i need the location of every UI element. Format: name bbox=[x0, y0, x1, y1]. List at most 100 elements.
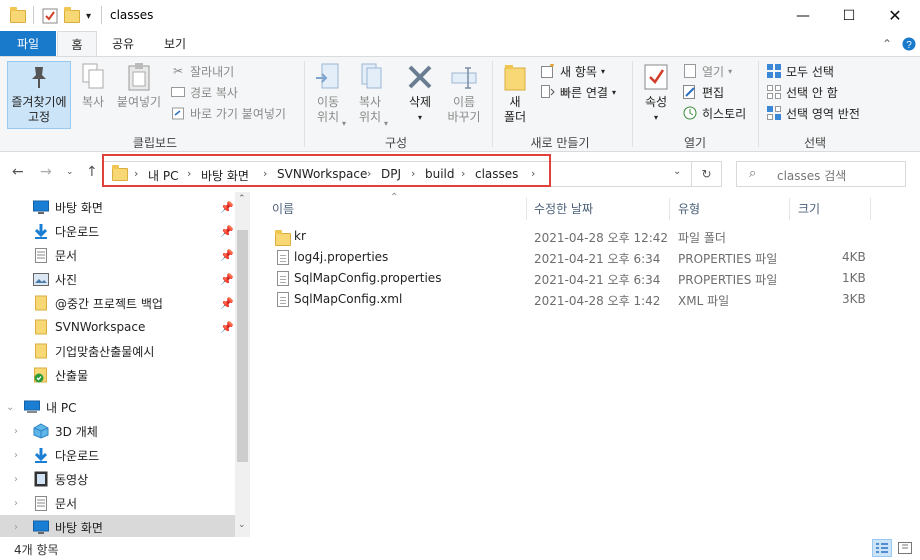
recent-locations-chevron-icon[interactable]: ⌄ bbox=[66, 167, 74, 177]
pictures-icon bbox=[33, 271, 49, 287]
tab-share[interactable]: 공유 bbox=[103, 31, 143, 56]
file-row[interactable]: SqlMapConfig.properties 2021-04-21 오후 6:… bbox=[272, 268, 872, 289]
select-all-button[interactable]: 모두 선택 bbox=[766, 61, 834, 81]
collapsed-chevron-icon[interactable]: › bbox=[14, 426, 18, 437]
rename-label-2: 바꾸기 bbox=[447, 110, 481, 124]
rename-button[interactable]: 이름 바꾸기 bbox=[442, 61, 486, 129]
easy-access-button[interactable]: 빠른 연결 ▾ bbox=[540, 82, 616, 102]
scissors-icon: ✂ bbox=[172, 64, 184, 78]
column-header-name[interactable]: 이름 bbox=[272, 200, 294, 217]
copy-button[interactable]: 복사 bbox=[74, 61, 112, 129]
history-button[interactable]: 히스토리 bbox=[682, 103, 746, 123]
invert-selection-button[interactable]: 선택 영역 반전 bbox=[766, 103, 860, 123]
new-item-button[interactable]: 새 항목 ▾ bbox=[540, 61, 605, 81]
copy-path-button[interactable]: 경로 복사 bbox=[170, 82, 238, 102]
nav-item-documents[interactable]: 문서 📌 bbox=[0, 243, 235, 267]
details-view-icon[interactable] bbox=[872, 539, 892, 557]
nav-item-pc-downloads[interactable]: › 다운로드 bbox=[0, 443, 235, 467]
search-box[interactable]: ⌕ classes 검색 bbox=[736, 161, 906, 187]
paste-shortcut-button[interactable]: 바로 가기 붙여넣기 bbox=[170, 103, 286, 123]
properties-button[interactable]: 속성 ▾ bbox=[636, 61, 676, 129]
copy-to-button[interactable]: 복사 위치 ▾ bbox=[350, 61, 390, 129]
collapsed-chevron-icon[interactable]: › bbox=[14, 450, 18, 461]
edit-button[interactable]: 편집 bbox=[682, 82, 724, 102]
tab-file[interactable]: 파일 bbox=[0, 31, 56, 56]
tab-home[interactable]: 홈 bbox=[57, 31, 97, 57]
delete-button[interactable]: 삭제 ▾ bbox=[398, 61, 442, 129]
pin-icon[interactable]: 📌 bbox=[220, 201, 234, 214]
new-folder-button[interactable]: 새 폴더 bbox=[496, 61, 534, 129]
file-size: 1KB bbox=[842, 271, 866, 285]
select-all-label: 모두 선택 bbox=[786, 64, 834, 79]
close-button[interactable]: ✕ bbox=[872, 0, 918, 31]
history-label: 히스토리 bbox=[702, 106, 747, 121]
nav-item-pictures[interactable]: 사진 📌 bbox=[0, 267, 235, 291]
edit-label: 편집 bbox=[702, 85, 725, 100]
file-row[interactable]: kr 2021-04-28 오후 12:42 파일 폴더 bbox=[272, 226, 872, 247]
pin-icon[interactable]: 📌 bbox=[220, 225, 234, 238]
file-row[interactable]: SqlMapConfig.xml 2021-04-28 오후 1:42 XML … bbox=[272, 289, 872, 310]
nav-item-svnworkspace[interactable]: SVNWorkspace 📌 bbox=[0, 315, 235, 339]
nav-item-this-pc[interactable]: ⌄ 내 PC bbox=[0, 395, 235, 419]
nav-item-project-backup[interactable]: @중간 프로젝트 백업 📌 bbox=[0, 291, 235, 315]
new-folder-quick-icon[interactable] bbox=[64, 6, 80, 26]
refresh-button[interactable]: ↻ bbox=[692, 161, 722, 187]
desktop-icon bbox=[33, 519, 49, 535]
column-header-size[interactable]: 크기 bbox=[798, 200, 820, 217]
collapsed-chevron-icon[interactable]: › bbox=[14, 522, 18, 533]
scrollbar-thumb[interactable] bbox=[237, 230, 248, 462]
copy-label: 복사 bbox=[81, 95, 105, 109]
tab-view[interactable]: 보기 bbox=[155, 31, 195, 56]
file-size: 4KB bbox=[842, 250, 866, 264]
collapsed-chevron-icon[interactable]: › bbox=[14, 474, 18, 485]
properties-quick-icon[interactable] bbox=[42, 6, 58, 26]
column-header-date[interactable]: 수정한 날짜 bbox=[534, 200, 593, 217]
collapse-ribbon-icon[interactable]: ⌃ bbox=[878, 35, 896, 53]
file-size: 3KB bbox=[842, 292, 866, 306]
file-name: kr bbox=[294, 229, 306, 243]
select-none-button[interactable]: 선택 안 함 bbox=[766, 82, 838, 102]
nav-item-videos[interactable]: › 동영상 bbox=[0, 467, 235, 491]
customize-quick-access-icon[interactable]: ▾ bbox=[86, 6, 91, 26]
move-to-label-2: 위치 bbox=[316, 110, 340, 124]
open-button[interactable]: 열기 ▾ bbox=[682, 61, 732, 81]
back-arrow-icon[interactable]: ← bbox=[12, 164, 24, 180]
pin-icon[interactable]: 📌 bbox=[220, 249, 234, 262]
nav-item-3d-objects[interactable]: › 3D 개체 bbox=[0, 419, 235, 443]
move-to-button[interactable]: 이동 위치 ▾ bbox=[308, 61, 348, 129]
nav-item-label: 바탕 화면 bbox=[55, 520, 103, 535]
up-arrow-icon[interactable]: ↑ bbox=[86, 164, 98, 180]
large-icons-view-icon[interactable] bbox=[895, 539, 915, 557]
paste-button[interactable]: 붙여넣기 bbox=[113, 61, 165, 129]
collapsed-chevron-icon[interactable]: › bbox=[14, 498, 18, 509]
open-group-label: 열기 bbox=[683, 136, 707, 150]
scroll-down-icon[interactable]: ⌄ bbox=[238, 520, 246, 530]
scroll-up-icon[interactable]: ⌃ bbox=[238, 194, 246, 204]
address-dropdown-icon[interactable]: ⌄ bbox=[673, 166, 681, 177]
nav-pane-scrollbar[interactable]: ⌃ ⌄ bbox=[235, 192, 250, 537]
pin-icon[interactable]: 📌 bbox=[220, 297, 234, 310]
file-row[interactable]: log4j.properties 2021-04-21 오후 6:34 PROP… bbox=[272, 247, 872, 268]
nav-item-label: @중간 프로젝트 백업 bbox=[55, 296, 163, 311]
pin-icon[interactable]: 📌 bbox=[220, 321, 234, 334]
expanded-chevron-icon[interactable]: ⌄ bbox=[6, 402, 14, 413]
minimize-button[interactable]: — bbox=[780, 0, 826, 31]
nav-item-downloads[interactable]: 다운로드 📌 bbox=[0, 219, 235, 243]
forward-arrow-icon[interactable]: → bbox=[40, 164, 52, 180]
nav-item-enterprise-examples[interactable]: 기업맞춤산출물예시 bbox=[0, 339, 235, 363]
maximize-button[interactable]: ☐ bbox=[826, 0, 872, 31]
file-type: PROPERTIES 파일 bbox=[678, 252, 778, 266]
pin-icon[interactable]: 📌 bbox=[220, 273, 234, 286]
nav-item-label: SVNWorkspace bbox=[55, 320, 146, 334]
move-to-icon bbox=[312, 61, 344, 93]
paste-shortcut-label: 바로 가기 붙여넣기 bbox=[190, 106, 286, 121]
help-icon[interactable]: ? bbox=[900, 35, 918, 53]
pin-label-1: 즐겨찾기에 bbox=[11, 95, 67, 109]
nav-item-deliverables[interactable]: 산출물 bbox=[0, 363, 235, 387]
nav-item-pc-documents[interactable]: › 문서 bbox=[0, 491, 235, 515]
cut-button[interactable]: ✂ 잘라내기 bbox=[170, 61, 234, 81]
column-header-type[interactable]: 유형 bbox=[678, 200, 700, 217]
nav-item-desktop[interactable]: 바탕 화면 📌 bbox=[0, 195, 235, 219]
invert-selection-icon bbox=[766, 105, 782, 121]
nav-item-pc-desktop[interactable]: › 바탕 화면 bbox=[0, 515, 235, 537]
